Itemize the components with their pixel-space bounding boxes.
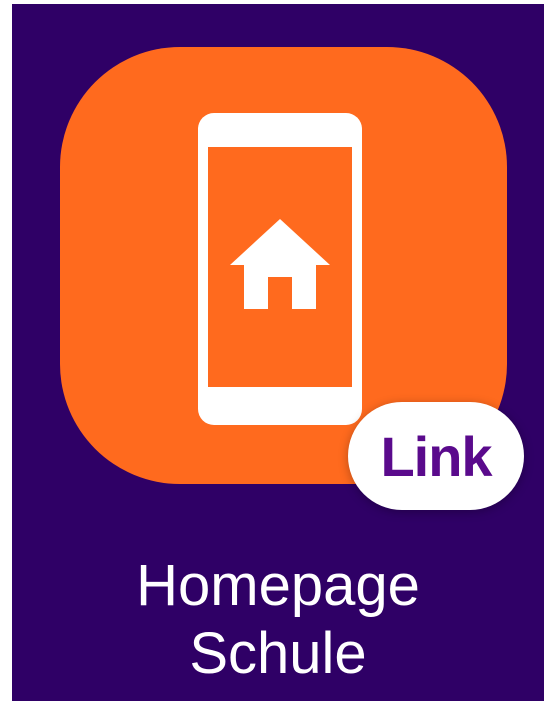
caption-line-2: Schule [189, 621, 367, 686]
app-tile[interactable]: Link Homepage Schule [12, 4, 544, 701]
phone-screen [208, 147, 352, 387]
phone-icon [198, 113, 362, 425]
badge-label: Link [380, 424, 492, 488]
link-badge: Link [348, 402, 524, 510]
app-caption[interactable]: Homepage Schule [12, 552, 544, 688]
caption-line-1: Homepage [136, 553, 420, 618]
home-icon [230, 219, 330, 309]
